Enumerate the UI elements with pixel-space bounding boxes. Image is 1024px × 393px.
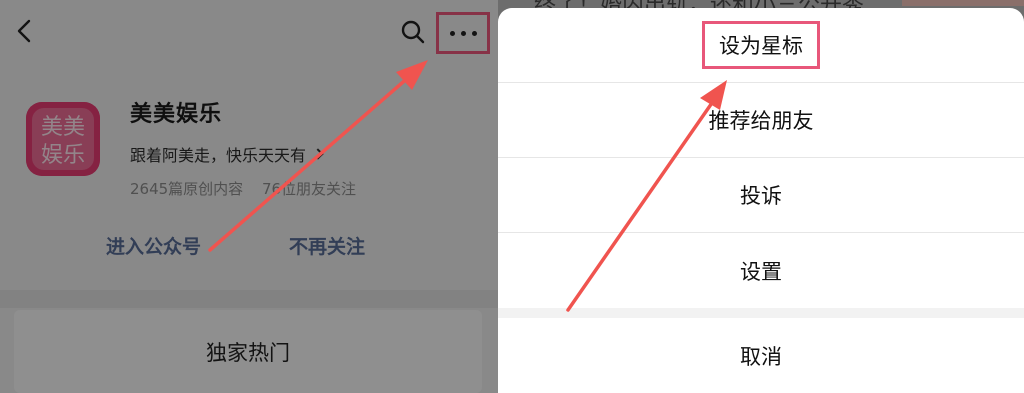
- set-star-label: 设为星标: [702, 21, 820, 69]
- action-sheet-screen: 终了！婚内出轨，还和小三公开秀 设为星标 推荐给朋友 投诉 设置 取消: [498, 0, 1024, 393]
- dim-overlay: [0, 0, 498, 393]
- cancel-button[interactable]: 取消: [498, 318, 1024, 393]
- report-button[interactable]: 投诉: [498, 158, 1024, 233]
- action-sheet: 设为星标 推荐给朋友 投诉 设置 取消: [498, 8, 1024, 393]
- set-star-button[interactable]: 设为星标: [498, 8, 1024, 83]
- settings-button[interactable]: 设置: [498, 233, 1024, 308]
- account-page: 美美 娱乐 美美娱乐 跟着阿美走，快乐天天有 2645篇原创内容 76位朋友关注…: [0, 0, 498, 393]
- background-thumbnail: [902, 0, 1024, 6]
- recommend-to-friend-button[interactable]: 推荐给朋友: [498, 83, 1024, 158]
- sheet-gap: [498, 308, 1024, 318]
